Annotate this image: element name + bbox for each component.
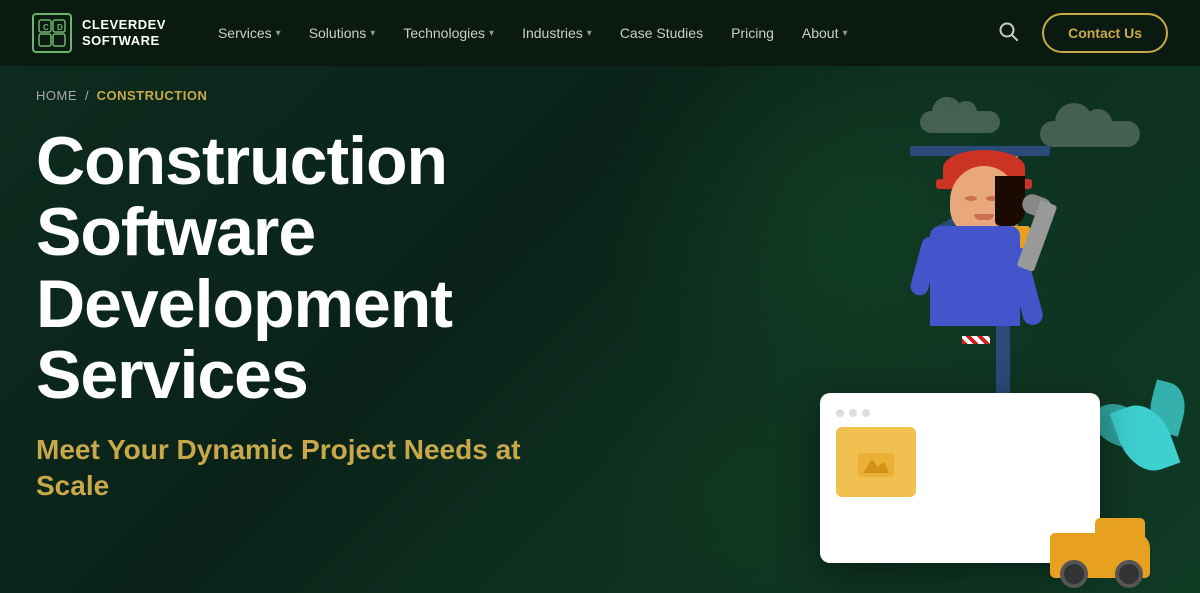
logo-text: CLEVERDEV SOFTWARE: [82, 17, 166, 48]
logo-icon: C D: [32, 13, 72, 53]
hero-title: Construction Software Development Servic…: [36, 126, 596, 412]
nav-item-industries[interactable]: Industries ▾: [510, 17, 604, 49]
search-button[interactable]: [990, 13, 1026, 54]
worker-character: [940, 146, 1060, 366]
vehicle-wheel-right: [1115, 560, 1143, 588]
screen-content: [836, 427, 1084, 497]
hero-content: Construction Software Development Servic…: [36, 126, 596, 504]
breadcrumb-separator: /: [85, 88, 89, 103]
plant-decoration: [1090, 373, 1190, 513]
svg-text:C: C: [43, 23, 49, 32]
screen-dot-1: [836, 409, 844, 417]
hero-illustration: [580, 66, 1200, 593]
hero-subtitle: Meet Your Dynamic Project Needs at Scale: [36, 432, 596, 505]
worker-mouth: [974, 214, 994, 220]
screen-dot-2: [849, 409, 857, 417]
worker-eye-left: [965, 196, 977, 201]
screen-dots: [836, 409, 1084, 417]
nav-item-solutions[interactable]: Solutions ▾: [297, 17, 388, 49]
worker-hair: [995, 176, 1025, 226]
chevron-down-icon: ▾: [842, 28, 847, 39]
main-nav: Services ▾ Solutions ▾ Technologies ▾ In…: [206, 17, 990, 49]
construction-vehicle: [1050, 523, 1170, 593]
chevron-down-icon: ▾: [370, 28, 375, 39]
logo[interactable]: C D CLEVERDEV SOFTWARE: [32, 13, 166, 53]
search-icon: [998, 21, 1018, 41]
chevron-down-icon: ▾: [276, 28, 281, 39]
breadcrumb-home[interactable]: HOME: [36, 88, 77, 103]
nav-item-pricing[interactable]: Pricing: [719, 17, 786, 49]
vehicle-wheel-left: [1060, 560, 1088, 588]
nav-item-about[interactable]: About ▾: [790, 17, 860, 49]
site-header: C D CLEVERDEV SOFTWARE Services ▾ Soluti…: [0, 0, 1200, 66]
worker-body: [930, 226, 1020, 326]
breadcrumb-current: CONSTRUCTION: [97, 88, 208, 103]
breadcrumb: HOME / CONSTRUCTION: [36, 88, 207, 103]
hero-section: HOME / CONSTRUCTION Construction Softwar…: [0, 66, 1200, 593]
nav-item-services[interactable]: Services ▾: [206, 17, 293, 49]
nav-item-case-studies[interactable]: Case Studies: [608, 17, 715, 49]
svg-text:D: D: [57, 23, 63, 32]
chevron-down-icon: ▾: [587, 28, 592, 39]
screen-dot-3: [862, 409, 870, 417]
nav-item-technologies[interactable]: Technologies ▾: [391, 17, 506, 49]
screen-image: [836, 427, 916, 497]
header-right: Contact Us: [990, 13, 1168, 54]
contact-us-button[interactable]: Contact Us: [1042, 13, 1168, 53]
chevron-down-icon: ▾: [489, 28, 494, 39]
